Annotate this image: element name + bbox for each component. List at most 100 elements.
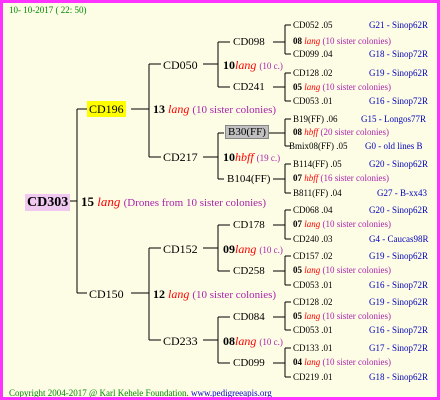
root-note: (Drones from 10 sister colonies): [123, 197, 266, 209]
site-link[interactable]: www.pedigreeapis.org: [191, 388, 272, 398]
gen3-node: CD178: [233, 219, 265, 231]
leaf-queen: CD053 .01: [293, 280, 333, 290]
gen3-lang: lang: [304, 265, 321, 275]
gen3-drone-info: 07 lang (10 sister colonies): [293, 220, 391, 229]
gen3-note: (20 sister colonies): [320, 127, 389, 137]
leaf-queen: CD099 .04: [293, 49, 333, 59]
leaf-source: G20 - Sinop62R: [369, 205, 429, 215]
leaf-source: G18 - Sinop72R: [369, 49, 429, 59]
root-label: CD303: [25, 194, 71, 211]
date-stamp: 10- 10-2017 ( 22: 50): [9, 5, 87, 15]
gen3-node: B30(FF): [225, 125, 269, 139]
gen3-count: 04: [293, 357, 302, 367]
gen2-node: CD050: [163, 58, 198, 72]
gen3-count: 08: [293, 127, 302, 137]
gen2-note: (19 c.): [256, 153, 281, 163]
gen1-note: (10 sister colonies): [192, 104, 277, 116]
leaf-source: G19 - Sinop62R: [369, 297, 429, 307]
root-lang: lang: [97, 194, 121, 209]
gen1-drone-info: 12 lang (10 sister colonies): [153, 288, 276, 301]
gen3-lang: lang: [304, 219, 321, 229]
leaf-queen: CD133 .01: [293, 343, 333, 353]
gen3-drone-info: 07 hbff (16 sister colonies): [293, 174, 389, 183]
gen3-lang: hbff: [304, 127, 319, 137]
gen3-count: 08: [293, 36, 302, 46]
gen3-count: 05: [293, 82, 302, 92]
gen1-note: (10 sister colonies): [192, 289, 277, 301]
gen3-lang: lang: [304, 36, 321, 46]
gen3-node: CD084: [233, 311, 265, 323]
leaf-source: G17 - Sinop72R: [369, 343, 429, 353]
gen1-lang: lang: [168, 102, 190, 116]
gen2-note: (10 c.): [259, 61, 283, 71]
gen1-lang: lang: [168, 287, 190, 301]
gen2-lang: hbff: [235, 150, 254, 164]
gen3-note: (10 sister colonies): [322, 82, 391, 92]
leaf-queen: CD128 .02: [293, 68, 333, 78]
leaf-source: G16 - Sinop72R: [369, 96, 429, 106]
gen2-lang: lang: [235, 242, 257, 256]
gen3-drone-info: 05 lang (10 sister colonies): [293, 266, 391, 275]
gen2-note: (10 c.): [259, 337, 283, 347]
leaf-source: G27 - B-xx43: [377, 188, 427, 198]
leaf-source: G19 - Sinop62R: [369, 68, 429, 78]
gen3-label: B30(FF): [225, 125, 269, 139]
leaf-queen: B19(FF) .06: [293, 114, 338, 124]
gen3-count: 05: [293, 265, 302, 275]
leaf-source: G16 - Sinop72R: [369, 280, 429, 290]
gen2-lang: lang: [235, 334, 257, 348]
leaf-queen: B114(FF) .05: [293, 159, 342, 169]
gen3-node: CD241: [233, 81, 265, 93]
gen2-count: 10: [223, 150, 235, 164]
root-count: 15: [81, 194, 94, 209]
gen3-drone-info: 08 lang (10 sister colonies): [293, 37, 391, 46]
gen2-count: 08: [223, 334, 235, 348]
gen3-count: 07: [293, 219, 302, 229]
gen3-count: 07: [293, 173, 302, 183]
gen2-node: CD233: [163, 334, 198, 348]
leaf-queen: CD052 .05: [293, 20, 333, 30]
gen1-node: CD150: [89, 288, 124, 300]
gen1-node: CD196: [87, 101, 126, 117]
gen3-drone-info: 05 lang (10 sister colonies): [293, 83, 391, 92]
gen3-drone-info: 05 lang (10 sister colonies): [293, 312, 391, 321]
gen3-node: CD099: [233, 357, 265, 369]
gen2-count: 10: [223, 58, 235, 72]
leaf-queen: Bmix08(FF) .05: [289, 141, 348, 151]
gen3-note: (10 sister colonies): [322, 357, 391, 367]
leaf-source: G4 - Caucas98R: [369, 234, 429, 244]
leaf-queen: CD157 .02: [293, 251, 333, 261]
leaf-queen: CD219 .01: [293, 372, 333, 382]
gen1-drone-info: 13 lang (10 sister colonies): [153, 103, 276, 116]
gen3-lang: lang: [304, 82, 321, 92]
gen2-drone-info: 10hbff (19 c.): [223, 151, 280, 163]
gen1-label: CD150: [89, 287, 124, 301]
gen2-drone-info: 08lang (10 c.): [223, 335, 283, 347]
gen2-drone-info: 10lang (10 c.): [223, 59, 283, 71]
pedigree-chart: 10- 10-2017 ( 22: 50) CD303 15 lang (Dro…: [0, 0, 440, 400]
gen3-node: CD098: [233, 36, 265, 48]
root-drone-info: 15 lang (Drones from 10 sister colonies): [81, 195, 266, 209]
root-node: CD303: [25, 194, 71, 211]
gen2-node: CD217: [163, 150, 198, 164]
gen3-note: (16 sister colonies): [320, 173, 389, 183]
leaf-queen: CD053 .01: [293, 96, 333, 106]
copyright-text: Copyright 2004-2017 @ Karl Kehele Founda…: [9, 388, 189, 398]
gen3-lang: lang: [304, 357, 321, 367]
leaf-source: G15 - Longos77R: [361, 114, 426, 124]
gen3-note: (10 sister colonies): [322, 311, 391, 321]
footer: Copyright 2004-2017 @ Karl Kehele Founda…: [9, 389, 272, 398]
leaf-source: G16 - Sinop72R: [369, 325, 429, 335]
gen2-note: (10 c.): [259, 245, 283, 255]
gen3-count: 05: [293, 311, 302, 321]
gen2-drone-info: 09lang (10 c.): [223, 243, 283, 255]
leaf-source: G18 - Sinop62R: [369, 372, 429, 382]
leaf-queen: CD053 .01: [293, 325, 333, 335]
gen3-note: (10 sister colonies): [322, 265, 391, 275]
gen3-lang: lang: [304, 311, 321, 321]
gen1-label: CD196: [87, 101, 126, 117]
gen3-node: CD258: [233, 265, 265, 277]
gen3-note: (10 sister colonies): [322, 219, 391, 229]
gen2-node: CD152: [163, 242, 198, 256]
leaf-source: G20 - Sinop62R: [369, 159, 429, 169]
